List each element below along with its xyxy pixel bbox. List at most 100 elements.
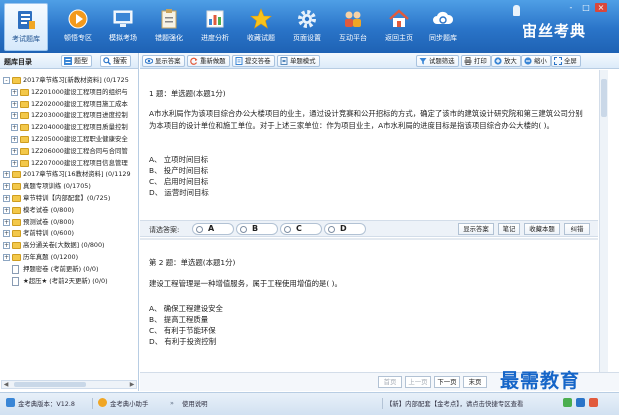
folder-icon (20, 147, 29, 155)
filter-button[interactable]: 试题筛选 (416, 55, 459, 67)
notice-text[interactable]: 【新】内部配套【金考点】，请点击快捷专区查看 (386, 399, 554, 408)
answer-choice-b[interactable]: B (236, 223, 278, 235)
radio-icon (240, 226, 247, 233)
zoom-in-button[interactable]: 放大 (491, 55, 521, 67)
scroll-left-icon[interactable]: ◀ (2, 381, 10, 388)
nav-label: 收藏试题 (247, 34, 275, 42)
question-2-text: 建设工程管理是一种增值服务，属于工程使用增值的是( )。 (149, 279, 342, 288)
tree-item-label: 模考试卷 (0/800) (23, 205, 74, 214)
clipboard-icon (161, 9, 177, 29)
nav-page-settings[interactable]: 页面设置 (285, 3, 329, 51)
report-error-button[interactable]: 纠错 (564, 223, 590, 235)
show-answer-inline-button[interactable]: 显示答案 (458, 223, 494, 235)
status-bar: 金考典版本：V12.8 金考典小助手 » 使用说明 【新】内部配套【金考点】，请… (0, 392, 619, 415)
first-page-button[interactable]: 首页 (378, 376, 402, 388)
nav-epiphany-zone[interactable]: 顿悟专区 (56, 3, 100, 51)
favorite-button[interactable]: 收藏本题 (524, 223, 560, 235)
redo-button[interactable]: 重新做题 (187, 55, 230, 67)
expand-icon[interactable]: + (3, 183, 10, 191)
nav-interactive-platform[interactable]: 互动平台 (331, 3, 375, 51)
radio-icon (284, 226, 291, 233)
expand-icon[interactable]: + (3, 206, 10, 214)
vertical-scrollbar[interactable] (599, 70, 608, 372)
expand-icon[interactable]: + (3, 171, 10, 179)
expand-icon[interactable]: + (3, 218, 10, 226)
question-2-option-c: C、 有利于节能环保 (149, 326, 216, 335)
print-button[interactable]: 打印 (461, 55, 491, 67)
note-button[interactable]: 笔记 (498, 223, 520, 235)
expand-icon[interactable]: + (11, 88, 18, 96)
button-label: 试题筛选 (429, 57, 455, 65)
user-icon[interactable] (513, 5, 520, 16)
fullscreen-button[interactable]: 全屏 (551, 55, 581, 67)
nav-mock-exam[interactable]: 模拟考场 (101, 3, 145, 51)
collapse-icon[interactable]: - (3, 77, 10, 84)
question-1-text: A市水利局作为该项目综合办公大楼项目的业主，通过设计竞赛和公开招标的方式，确定了… (149, 109, 583, 130)
people-icon (345, 11, 361, 27)
document-icon (235, 57, 243, 65)
expand-icon[interactable]: + (11, 147, 18, 155)
horizontal-scrollbar[interactable]: ◀ ▶ (1, 380, 137, 389)
show-answer-button[interactable]: 显示答案 (142, 55, 185, 67)
minimize-button[interactable]: - (565, 3, 577, 12)
tab-question-type[interactable]: 题型 (61, 55, 92, 67)
assistant-link[interactable]: 金考典小助手 (110, 399, 148, 408)
expand-icon[interactable]: + (11, 159, 18, 167)
play-circle-icon (68, 9, 88, 29)
answer-choice-c[interactable]: C (280, 223, 322, 235)
nav-progress-analysis[interactable]: 进度分析 (193, 3, 237, 51)
folder-icon (20, 124, 29, 132)
chart-icon[interactable] (563, 398, 572, 407)
nav-question-bank[interactable]: 考试题库 (4, 3, 48, 51)
question-1-title: 1 题：单选题(本题1分) (149, 89, 226, 98)
prev-page-button[interactable]: 上一页 (405, 376, 431, 388)
star-icon (250, 8, 272, 29)
tree-item-label: 1Z205000建设工程职业健康安全 (31, 135, 128, 143)
nav-label: 页面设置 (293, 34, 321, 42)
fullscreen-icon (554, 57, 562, 65)
question-2-title: 第 2 题：单选题(本题1分) (149, 258, 236, 267)
single-mode-button[interactable]: 单题模式 (277, 55, 320, 67)
nav-error-drill[interactable]: 错题强化 (147, 3, 191, 51)
expand-icon[interactable]: + (3, 230, 10, 238)
answer-bar: 请选答案: A B C D 显示答案 笔记 收藏本题 纠错 (140, 220, 598, 237)
expand-icon[interactable]: + (11, 112, 18, 120)
last-page-button[interactable]: 末页 (463, 376, 487, 388)
answer-choice-a[interactable]: A (192, 223, 234, 235)
folder-icon (12, 171, 21, 179)
settings-icon[interactable] (576, 398, 585, 407)
nav-favorites[interactable]: 收藏试题 (239, 3, 283, 51)
choice-label: B (252, 224, 259, 233)
nav-home[interactable]: 返回主页 (377, 3, 421, 51)
exit-icon[interactable] (589, 398, 598, 407)
scrollbar-thumb[interactable] (601, 79, 607, 117)
nav-sync-bank[interactable]: 同步题库 (421, 3, 465, 51)
expand-icon[interactable]: + (3, 242, 10, 250)
printer-icon (464, 57, 472, 65)
expand-icon[interactable]: + (11, 136, 18, 143)
zoom-out-button[interactable]: 缩小 (521, 55, 551, 67)
expand-icon[interactable]: + (11, 124, 18, 132)
expand-icon[interactable]: + (11, 100, 18, 108)
expand-icon[interactable]: + (3, 254, 10, 261)
scrollbar-thumb[interactable] (14, 382, 86, 387)
tree-item-label: 考前特训 (0/600) (23, 229, 74, 238)
expand-icon[interactable]: + (3, 195, 10, 202)
submit-button[interactable]: 提交答卷 (232, 55, 275, 67)
tree-item-label: 真题专项训练 (0/1705) (23, 182, 91, 191)
close-button[interactable]: × (595, 3, 607, 12)
answer-choice-d[interactable]: D (324, 223, 366, 235)
folder-icon (12, 195, 21, 202)
tree-item-label: 押题密卷 (考前更新) (0/0) (23, 264, 99, 273)
button-label: 提交答卷 (245, 57, 271, 65)
guide-link[interactable]: 使用说明 (182, 399, 208, 408)
next-page-button[interactable]: 下一页 (434, 376, 460, 388)
tree-item-label: 2017章节练习[16教材资料] (0/1129 (23, 170, 131, 179)
tab-search[interactable]: 搜索 (100, 55, 131, 67)
tab-label: 搜索 (113, 57, 127, 65)
scroll-right-icon[interactable]: ▶ (128, 381, 136, 388)
folder-icon (12, 254, 21, 261)
maximize-button[interactable]: □ (580, 3, 592, 12)
left-panel-title: 题库目录 (4, 58, 32, 66)
assistant-icon (98, 398, 107, 407)
